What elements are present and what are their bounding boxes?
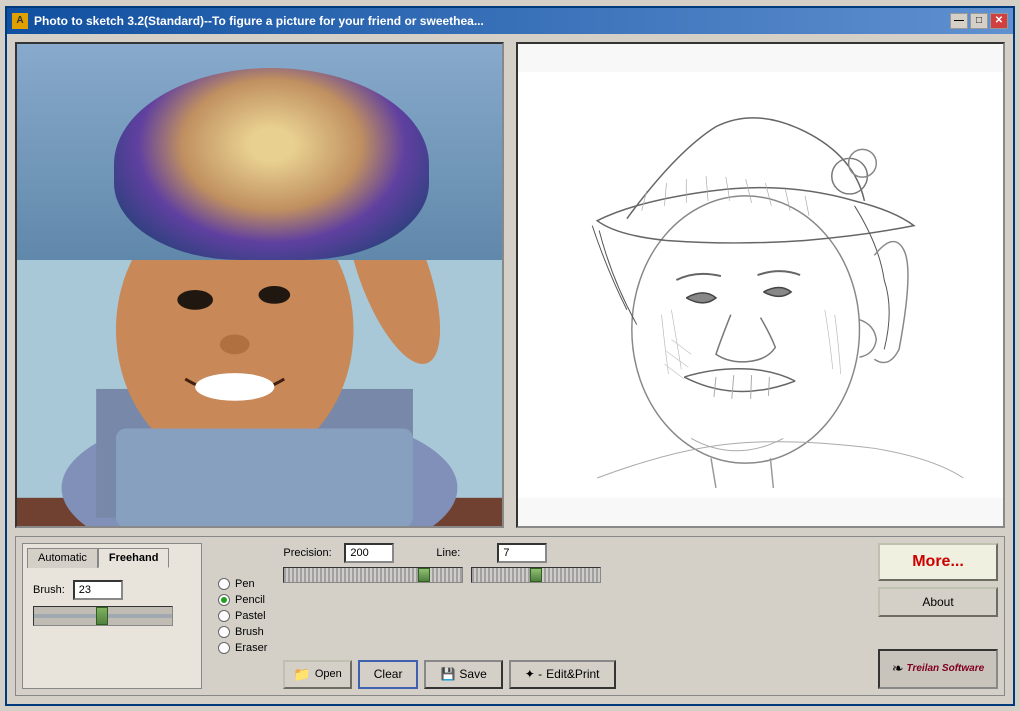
right-panel: More... About ❧ Treilan Software	[878, 543, 998, 689]
tool-pen-row[interactable]: Pen	[218, 578, 267, 590]
edit-print-icon: ✦ -	[525, 667, 542, 681]
tab-automatic[interactable]: Automatic	[27, 548, 98, 568]
about-button[interactable]: About	[878, 587, 998, 617]
tool-pencil-radio[interactable]	[218, 594, 230, 606]
precision-slider-thumb[interactable]	[418, 568, 430, 582]
brush-slider[interactable]	[33, 606, 173, 626]
line-label: Line:	[436, 547, 491, 559]
tool-pen-radio[interactable]	[218, 578, 230, 590]
original-photo-panel	[15, 42, 504, 528]
tab-content: Brush:	[27, 574, 197, 632]
tool-pen-label: Pen	[235, 578, 255, 590]
folder-icon: 📁	[293, 666, 310, 683]
tool-pencil-label: Pencil	[235, 594, 265, 606]
minimize-button[interactable]: —	[950, 13, 968, 29]
tool-pencil-row[interactable]: Pencil	[218, 594, 267, 606]
precision-slider[interactable]	[283, 567, 463, 583]
open-button[interactable]: 📁 Open	[283, 660, 351, 689]
tool-pastel-radio[interactable]	[218, 610, 230, 622]
photo-svg	[17, 44, 502, 526]
line-input[interactable]	[497, 543, 547, 563]
line-slider-thumb[interactable]	[530, 568, 542, 582]
precision-input[interactable]	[344, 543, 394, 563]
tab-freehand[interactable]: Freehand	[98, 548, 170, 568]
params-col: Precision: Line: 📁	[283, 543, 615, 689]
images-area	[15, 42, 1005, 528]
sliders-row	[283, 567, 615, 583]
tool-pastel-row[interactable]: Pastel	[218, 610, 267, 622]
brush-slider-track	[34, 614, 172, 618]
window-controls: — □ ✕	[950, 13, 1008, 29]
title-bar: A Photo to sketch 3.2(Standard)--To figu…	[7, 8, 1013, 34]
tool-eraser-radio[interactable]	[218, 642, 230, 654]
tool-brush-label: Brush	[235, 626, 264, 638]
tool-brush-row[interactable]: Brush	[218, 626, 267, 638]
edit-print-button[interactable]: ✦ - Edit&Print	[509, 660, 616, 689]
clear-button[interactable]: Clear	[358, 660, 419, 689]
save-icon: 💾	[440, 667, 455, 681]
logo-area: ❧ Treilan Software	[878, 649, 998, 689]
open-label: Open	[315, 668, 342, 680]
tools-panel: Pen Pencil Pastel Brush Eraser	[210, 543, 275, 689]
close-button[interactable]: ✕	[990, 13, 1008, 29]
maximize-button[interactable]: □	[970, 13, 988, 29]
tool-eraser-row[interactable]: Eraser	[218, 642, 267, 654]
save-label: Save	[459, 667, 486, 681]
line-slider[interactable]	[471, 567, 601, 583]
sketch-svg	[518, 44, 1003, 526]
tool-brush-radio[interactable]	[218, 626, 230, 638]
precision-row: Precision: Line:	[283, 543, 615, 563]
logo-text: Treilan Software	[907, 662, 985, 675]
logo-icon: ❧	[892, 660, 904, 677]
window-title: Photo to sketch 3.2(Standard)--To figure…	[34, 14, 950, 28]
tool-eraser-label: Eraser	[235, 642, 267, 654]
tool-pastel-label: Pastel	[235, 610, 266, 622]
original-photo	[17, 44, 502, 526]
edit-print-label: Edit&Print	[546, 667, 599, 681]
main-content: Automatic Freehand Brush:	[7, 34, 1013, 704]
precision-label: Precision:	[283, 547, 338, 559]
brush-row: Brush:	[33, 580, 191, 600]
controls-area: Automatic Freehand Brush:	[15, 536, 1005, 696]
sketch-photo-panel	[516, 42, 1005, 528]
brush-slider-thumb[interactable]	[96, 607, 108, 625]
more-button[interactable]: More...	[878, 543, 998, 581]
action-buttons: 📁 Open Clear 💾 Save ✦ - Edit&Print	[283, 640, 615, 689]
tabs-panel: Automatic Freehand Brush:	[22, 543, 202, 689]
tab-row: Automatic Freehand	[27, 548, 197, 568]
save-button[interactable]: 💾 Save	[424, 660, 502, 689]
brush-label: Brush:	[33, 584, 65, 596]
app-icon: A	[12, 13, 28, 29]
app-window: A Photo to sketch 3.2(Standard)--To figu…	[5, 6, 1015, 706]
brush-input[interactable]	[73, 580, 123, 600]
